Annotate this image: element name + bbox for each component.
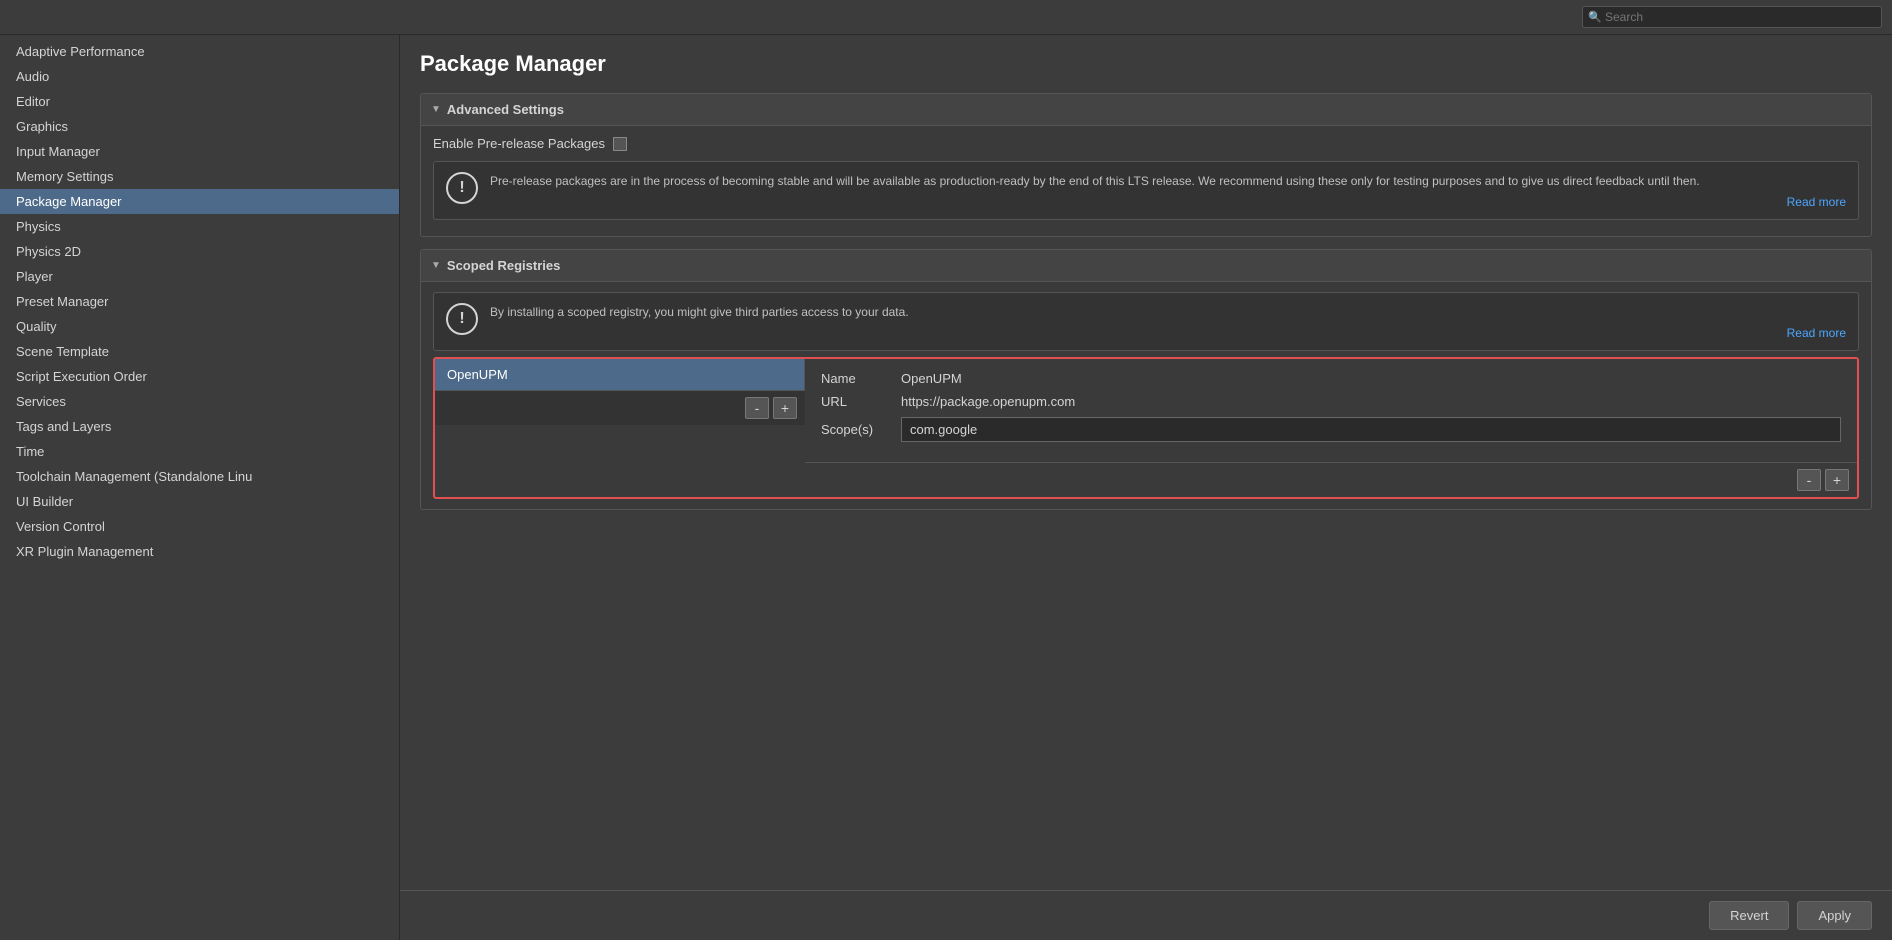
triangle-icon-scoped: ▼ — [431, 260, 441, 271]
sidebar-item-tags-and-layers[interactable]: Tags and Layers — [0, 414, 399, 439]
registry-item-openupm[interactable]: OpenUPM — [435, 359, 804, 390]
advanced-info-text: Pre-release packages are in the process … — [490, 172, 1846, 190]
advanced-settings-body: Enable Pre-release Packages ! Pre-releas… — [421, 126, 1871, 236]
page-title: Package Manager — [420, 51, 1872, 77]
scope-field-row: Scope(s) — [821, 417, 1841, 442]
sidebar-item-quality[interactable]: Quality — [0, 314, 399, 339]
sidebar: Adaptive PerformanceAudioEditorGraphicsI… — [0, 35, 400, 940]
sidebar-item-ui-builder[interactable]: UI Builder — [0, 489, 399, 514]
main-layout: Adaptive PerformanceAudioEditorGraphicsI… — [0, 35, 1892, 940]
advanced-info-box: ! Pre-release packages are in the proces… — [433, 161, 1859, 220]
scoped-registries-label: Scoped Registries — [447, 258, 560, 273]
search-container: 🔍 — [1582, 6, 1882, 28]
scoped-registries-section: ▼ Scoped Registries ! By installing a sc… — [420, 249, 1872, 510]
scope-remove-button[interactable]: - — [1797, 469, 1821, 491]
name-label: Name — [821, 371, 901, 386]
content-inner: Package Manager ▼ Advanced Settings Enab… — [400, 35, 1892, 890]
sidebar-item-scene-template[interactable]: Scene Template — [0, 339, 399, 364]
scoped-info-icon: ! — [446, 303, 478, 335]
sidebar-item-memory-settings[interactable]: Memory Settings — [0, 164, 399, 189]
prerelease-checkbox[interactable] — [613, 137, 627, 151]
sidebar-item-player[interactable]: Player — [0, 264, 399, 289]
prerelease-label: Enable Pre-release Packages — [433, 136, 605, 151]
sidebar-item-graphics[interactable]: Graphics — [0, 114, 399, 139]
sidebar-item-time[interactable]: Time — [0, 439, 399, 464]
registry-add-button[interactable]: + — [773, 397, 797, 419]
registry-list: OpenUPM — [435, 359, 805, 390]
sidebar-item-physics[interactable]: Physics — [0, 214, 399, 239]
sidebar-item-toolchain-management-standalone-linu[interactable]: Toolchain Management (Standalone Linu — [0, 464, 399, 489]
advanced-settings-section: ▼ Advanced Settings Enable Pre-release P… — [420, 93, 1872, 237]
advanced-settings-header[interactable]: ▼ Advanced Settings — [421, 94, 1871, 126]
advanced-read-more-link[interactable]: Read more — [1787, 195, 1846, 209]
sidebar-item-preset-manager[interactable]: Preset Manager — [0, 289, 399, 314]
advanced-info-icon: ! — [446, 172, 478, 204]
triangle-icon: ▼ — [431, 104, 441, 115]
sidebar-item-xr-plugin-management[interactable]: XR Plugin Management — [0, 539, 399, 564]
registry-detail: Name OpenUPM URL https://package.openupm… — [805, 359, 1857, 462]
scope-input[interactable] — [901, 417, 1841, 442]
url-field-row: URL https://package.openupm.com — [821, 394, 1841, 409]
name-field-row: Name OpenUPM — [821, 371, 1841, 386]
sidebar-item-physics-2d[interactable]: Physics 2D — [0, 239, 399, 264]
sidebar-item-adaptive-performance[interactable]: Adaptive Performance — [0, 39, 399, 64]
scoped-read-more-link[interactable]: Read more — [1787, 326, 1846, 340]
registry-detail-footer: - + — [805, 462, 1857, 497]
registry-list-panel: OpenUPM - + — [435, 359, 805, 497]
registry-remove-button[interactable]: - — [745, 397, 769, 419]
scoped-read-more: Read more — [490, 325, 1846, 340]
scope-add-button[interactable]: + — [1825, 469, 1849, 491]
url-value: https://package.openupm.com — [901, 394, 1075, 409]
advanced-settings-label: Advanced Settings — [447, 102, 564, 117]
scoped-info-box: ! By installing a scoped registry, you m… — [433, 292, 1859, 351]
content-area: Package Manager ▼ Advanced Settings Enab… — [400, 35, 1892, 940]
url-label: URL — [821, 394, 901, 409]
search-icon: 🔍 — [1588, 11, 1602, 24]
scoped-info-text: By installing a scoped registry, you mig… — [490, 303, 1846, 321]
registry-detail-panel: Name OpenUPM URL https://package.openupm… — [805, 359, 1857, 497]
registry-list-footer: - + — [435, 390, 805, 425]
sidebar-item-audio[interactable]: Audio — [0, 64, 399, 89]
sidebar-item-script-execution-order[interactable]: Script Execution Order — [0, 364, 399, 389]
sidebar-item-services[interactable]: Services — [0, 389, 399, 414]
prerelease-toggle-row: Enable Pre-release Packages — [433, 136, 1859, 151]
sidebar-item-editor[interactable]: Editor — [0, 89, 399, 114]
scope-label: Scope(s) — [821, 422, 901, 437]
apply-button[interactable]: Apply — [1797, 901, 1872, 930]
revert-button[interactable]: Revert — [1709, 901, 1789, 930]
content-footer: Revert Apply — [400, 890, 1892, 940]
sidebar-item-package-manager[interactable]: Package Manager — [0, 189, 399, 214]
advanced-read-more: Read more — [490, 194, 1846, 209]
search-input[interactable] — [1582, 6, 1882, 28]
scoped-registries-body: ! By installing a scoped registry, you m… — [421, 282, 1871, 509]
name-value: OpenUPM — [901, 371, 962, 386]
sidebar-item-version-control[interactable]: Version Control — [0, 514, 399, 539]
scoped-registries-header[interactable]: ▼ Scoped Registries — [421, 250, 1871, 282]
registries-container: OpenUPM - + Name — [433, 357, 1859, 499]
top-bar: 🔍 — [0, 0, 1892, 35]
sidebar-item-input-manager[interactable]: Input Manager — [0, 139, 399, 164]
